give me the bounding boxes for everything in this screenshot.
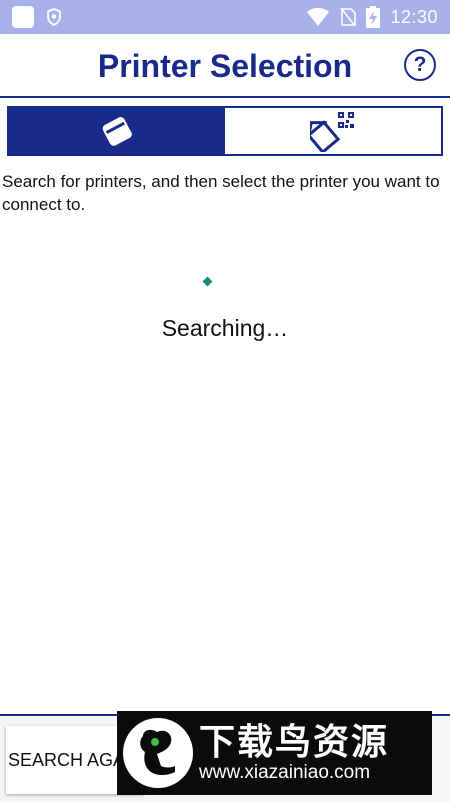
tab-qr-search[interactable]: [225, 108, 441, 154]
shield-icon: [47, 8, 61, 26]
watermark-title: 下载鸟资源: [199, 721, 390, 762]
app-header: Printer Selection ?: [0, 34, 450, 98]
help-icon: ?: [413, 53, 427, 76]
notification-square-icon: [12, 6, 34, 28]
watermark-url: www.xiazainiao.com: [199, 762, 371, 783]
clock: 12:30: [390, 6, 438, 27]
printer-icon: [102, 117, 132, 146]
qr-code-printer-icon: [310, 112, 354, 152]
search-method-tabs: [7, 106, 443, 156]
instruction-text: Search for printers, and then select the…: [2, 172, 440, 214]
tab-printer-search[interactable]: [9, 108, 225, 154]
wifi-icon: [307, 7, 330, 26]
bird-logo-icon: [123, 718, 193, 788]
no-sim-icon: [340, 7, 357, 27]
loading-spinner: [202, 276, 213, 287]
battery-charging-icon: [366, 6, 381, 28]
watermark-overlay: 下载鸟资源 www.xiazainiao.com: [117, 711, 432, 795]
page-title: Printer Selection: [97, 48, 353, 84]
searching-status: Searching…: [161, 315, 289, 341]
status-bar: 12:30: [0, 0, 450, 34]
help-button[interactable]: ?: [404, 49, 436, 81]
